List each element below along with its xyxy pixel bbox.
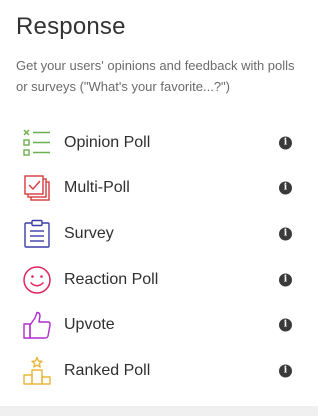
list-item-multi-poll[interactable]: Multi-Poll i <box>0 166 318 212</box>
info-icon[interactable]: i <box>279 136 292 150</box>
list-item-upvote[interactable]: Upvote i <box>0 302 318 348</box>
list-item-reaction-poll[interactable]: Reaction Poll i <box>0 257 318 303</box>
multi-poll-icon <box>22 173 52 203</box>
opinion-poll-icon <box>22 128 52 158</box>
upvote-icon <box>22 310 52 340</box>
info-icon[interactable]: i <box>279 273 292 287</box>
info-icon[interactable]: i <box>279 318 292 332</box>
item-label: Opinion Poll <box>64 133 151 151</box>
item-label: Reaction Poll <box>64 270 159 288</box>
item-label: Multi-Poll <box>64 179 130 197</box>
item-label: Survey <box>64 224 114 242</box>
panel-description: Get your users' opinions and feedback wi… <box>16 58 295 94</box>
item-label: Upvote <box>64 316 115 334</box>
reaction-poll-icon <box>22 265 52 295</box>
list-item-survey[interactable]: Survey i <box>0 211 318 257</box>
info-icon[interactable]: i <box>279 181 292 195</box>
bottom-divider <box>0 406 318 416</box>
item-label: Ranked Poll <box>64 361 151 379</box>
list-item-ranked-poll[interactable]: Ranked Poll i <box>0 348 318 394</box>
info-icon[interactable]: i <box>279 227 292 241</box>
panel-title: Response <box>16 13 126 40</box>
list-item-opinion-poll[interactable]: Opinion Poll i <box>0 120 318 166</box>
info-icon[interactable]: i <box>279 364 292 378</box>
survey-icon <box>22 219 52 249</box>
ranked-poll-icon <box>22 356 52 386</box>
response-type-list: Opinion Poll i Multi-Poll i Survey i Rea… <box>0 120 318 394</box>
